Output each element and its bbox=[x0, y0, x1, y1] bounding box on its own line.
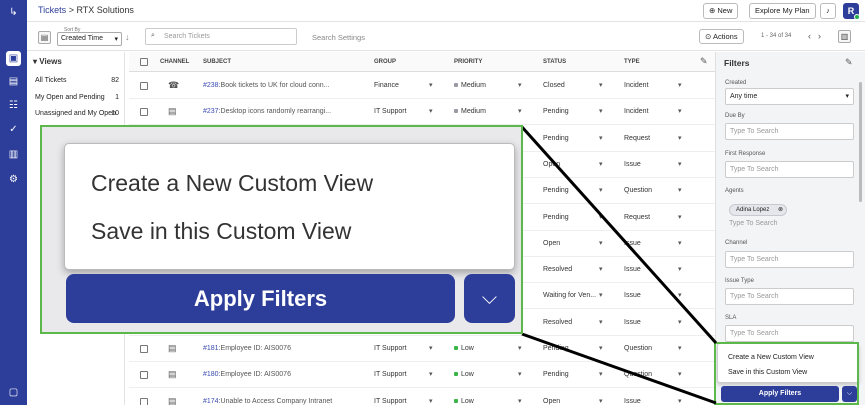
zoom-callout: Create a New Custom View Save in this Cu… bbox=[40, 125, 523, 334]
zoomed-create-custom-view-item[interactable]: Create a New Custom View bbox=[91, 170, 373, 197]
zoomed-apply-filters-button[interactable]: Apply Filters bbox=[66, 274, 455, 323]
zoomed-apply-dropdown-toggle[interactable]: ⌵ bbox=[464, 274, 515, 323]
zoomed-save-custom-view-item[interactable]: Save in this Custom View bbox=[91, 218, 351, 245]
chevron-down-icon: ⌵ bbox=[481, 287, 498, 309]
zoomed-custom-view-menu: Create a New Custom View Save in this Cu… bbox=[64, 143, 515, 270]
